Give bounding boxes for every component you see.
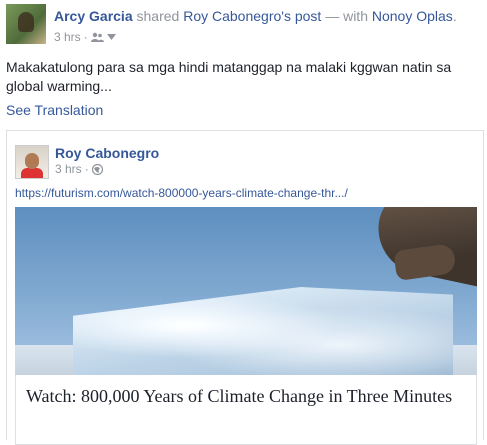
shared-meta-separator: · — [84, 162, 89, 176]
link-preview-image[interactable] — [15, 207, 477, 375]
post-header-text: Arcy Garcia shared Roy Cabonegro's post … — [54, 8, 457, 24]
post-body: Makakatulong para sa mga hindi matanggap… — [6, 59, 452, 94]
shared-url-link[interactable]: https://futurism.com/watch-800000-years-… — [15, 186, 348, 200]
with-text: — with — [325, 8, 368, 24]
shared-author-link[interactable]: Roy Cabonegro — [55, 145, 159, 161]
shared-author-avatar[interactable] — [15, 145, 49, 179]
see-translation-link[interactable]: See Translation — [6, 102, 103, 118]
period-text: . — [452, 8, 457, 24]
tagged-person-link[interactable]: Nonoy Oplas — [372, 8, 453, 24]
globe-icon[interactable] — [91, 163, 103, 175]
link-preview-title[interactable]: Watch: 800,000 Years of Climate Change i… — [26, 385, 466, 408]
shared-post-link[interactable]: Roy Cabonegro's post — [183, 8, 321, 24]
timestamp-link[interactable]: 3 hrs — [54, 30, 81, 44]
friends-icon[interactable] — [90, 32, 104, 42]
author-link[interactable]: Arcy Garcia — [54, 8, 133, 24]
post-header: Arcy Garcia shared Roy Cabonegro's post … — [6, 4, 487, 44]
shared-post-meta: 3 hrs · — [55, 162, 103, 176]
meta-separator: · — [83, 30, 88, 44]
shared-post-card: Roy Cabonegro 3 hrs · https://futurism.c… — [6, 130, 484, 445]
action-text: shared — [136, 8, 180, 24]
shared-timestamp-link[interactable]: 3 hrs — [55, 162, 82, 176]
chevron-down-icon[interactable] — [106, 34, 116, 40]
avatar[interactable] — [6, 4, 46, 44]
post-meta: 3 hrs · — [54, 30, 116, 44]
